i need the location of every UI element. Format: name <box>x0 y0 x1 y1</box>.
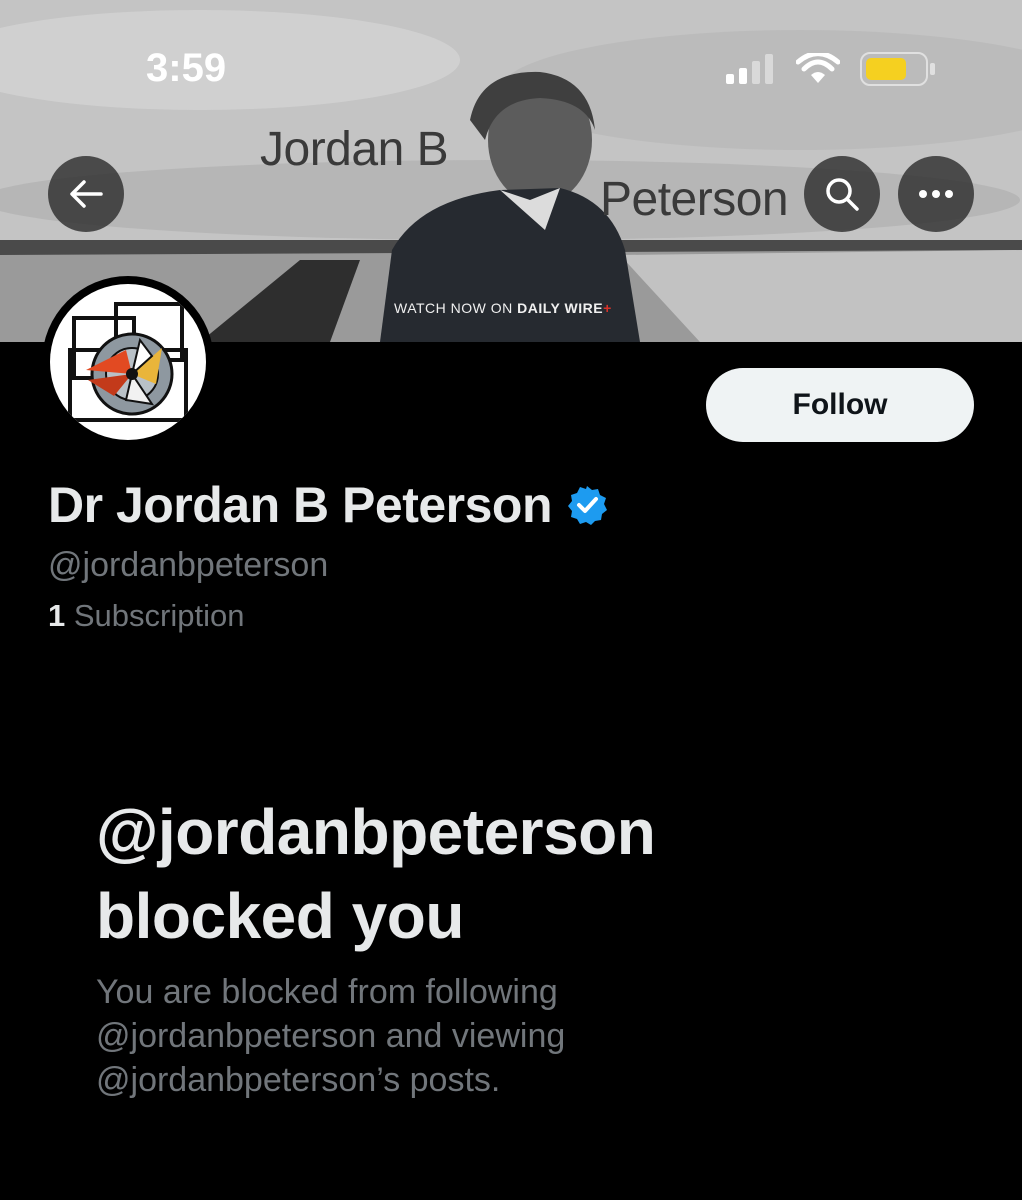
back-button[interactable] <box>48 156 124 232</box>
blocked-title-line-1: @jordanbpeterson <box>96 796 656 868</box>
banner-title-line-1: Jordan B <box>260 123 449 176</box>
avatar-image <box>50 284 206 440</box>
subscriptions-link[interactable]: 1 Subscription <box>48 598 244 634</box>
arrow-left-icon <box>70 180 103 208</box>
more-horizontal-icon <box>919 190 953 198</box>
banner-cta-prefix: WATCH NOW ON <box>394 300 518 316</box>
banner-title-line-2: Peterson <box>600 173 789 226</box>
signal-icon <box>726 54 773 84</box>
follow-button[interactable]: Follow <box>706 368 974 442</box>
blocked-description: You are blocked from following @jordanbp… <box>96 973 566 1099</box>
status-time: 3:59 <box>146 46 227 90</box>
blocked-title-line-2: blocked you <box>96 880 464 952</box>
profile-display-name-row: Dr Jordan B Peterson <box>48 476 608 534</box>
more-button[interactable] <box>898 156 974 232</box>
display-name: Dr Jordan B Peterson <box>48 477 553 533</box>
status-icons <box>726 52 936 86</box>
search-icon <box>826 178 859 211</box>
battery-icon <box>860 52 935 86</box>
subscription-count: 1 <box>48 598 66 633</box>
wifi-icon <box>796 53 840 83</box>
search-button[interactable] <box>804 156 880 232</box>
avatar-logo-icon <box>68 302 188 422</box>
profile-avatar[interactable] <box>42 276 214 448</box>
banner-cta: WATCH NOW ON DAILY WIRE+ <box>394 300 612 316</box>
banner-cta-plus: + <box>603 300 612 316</box>
blocked-title: @jordanbpeterson blocked you <box>96 790 656 958</box>
verified-badge-icon[interactable] <box>566 484 608 526</box>
subscription-label: Subscription <box>73 598 245 633</box>
profile-handle: @jordanbpeterson <box>48 546 329 584</box>
banner-cta-brand: DAILY WIRE <box>517 300 604 316</box>
